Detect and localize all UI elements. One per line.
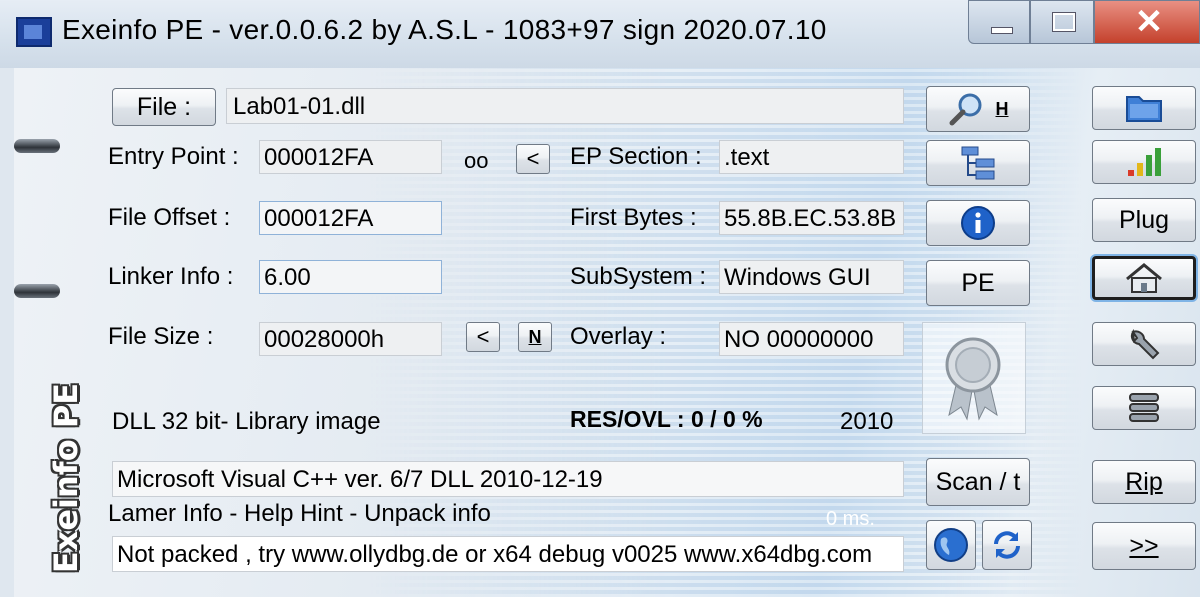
entry-point-prev-button[interactable]: < [516, 144, 550, 174]
window-title: Exeinfo PE - ver.0.0.6.2 by A.S.L - 1083… [62, 14, 827, 45]
scan-time-text: 0 ms. [826, 508, 875, 530]
globe-icon [934, 528, 968, 562]
side-logo-text: Exeinfo PE [47, 382, 85, 574]
lt-label: < [476, 324, 490, 349]
home-icon [1126, 263, 1162, 293]
maximize-icon [1053, 13, 1075, 31]
folder-icon [1126, 96, 1162, 122]
main-panel: Exeinfo PE File : Lab01-01.dll Entry Poi… [14, 68, 1200, 597]
n-label: N [528, 326, 542, 347]
res-ovl-text: RES/OVL : 0 / 0 % [570, 406, 763, 432]
file-button-label: File : [136, 92, 192, 121]
file-open-button[interactable]: File : [112, 88, 216, 126]
subsystem-label: SubSystem : [570, 263, 707, 290]
ep-section-field[interactable]: .text [719, 140, 904, 174]
binder-ring-icon [14, 139, 60, 153]
close-icon: ✕ [1134, 3, 1164, 41]
linker-info-label: Linker Info : [108, 263, 234, 290]
side-logo: Exeinfo PE [36, 368, 96, 588]
file-path-field[interactable]: Lab01-01.dll [226, 88, 904, 124]
plugins-button[interactable]: Plug [1092, 198, 1196, 242]
scan-label: Scan / t [935, 467, 1021, 496]
detection-result-field[interactable]: Microsoft Visual C++ ver. 6/7 DLL 2010-1… [112, 461, 904, 497]
pe-label: PE [961, 268, 995, 297]
info-icon [961, 206, 995, 240]
menu-stack-button[interactable] [1092, 386, 1196, 430]
title-bar: Exeinfo PE - ver.0.0.6.2 by A.S.L - 1083… [0, 0, 1200, 68]
ribbon-badge-icon [945, 337, 1001, 421]
hint-field[interactable]: Not packed , try www.ollydbg.de or x64 d… [112, 536, 904, 572]
exeinfo-window: Exeinfo PE - ver.0.0.6.2 by A.S.L - 1083… [0, 0, 1200, 597]
web-button[interactable] [926, 520, 976, 570]
file-size-prev-button[interactable]: < [466, 322, 500, 352]
n-button[interactable]: N [518, 322, 552, 352]
plug-label: Plug [1118, 205, 1170, 234]
first-bytes-field[interactable]: 55.8B.EC.53.8B [719, 201, 904, 235]
search-h-label: H [995, 98, 1009, 119]
tree-structure-icon [961, 146, 995, 180]
file-size-label: File Size : [108, 323, 214, 350]
linker-info-field[interactable]: 6.00 [259, 260, 442, 294]
certificate-panel [922, 322, 1026, 434]
file-offset-label: File Offset : [108, 204, 231, 231]
search-h-button[interactable]: H [926, 86, 1030, 132]
more-button[interactable]: >> [1092, 522, 1196, 570]
file-size-field[interactable]: 00028000h [259, 322, 442, 356]
ep-section-label: EP Section : [570, 143, 702, 170]
minimize-button[interactable] [968, 0, 1030, 44]
home-button[interactable] [1092, 256, 1196, 300]
file-type-text: DLL 32 bit- Library image [112, 408, 381, 435]
compile-year-text: 2010 [840, 408, 894, 435]
options-button[interactable] [1092, 322, 1196, 366]
oo-button[interactable]: oo [464, 148, 488, 174]
refresh-button[interactable] [982, 520, 1032, 570]
more-label: >> [1129, 531, 1159, 560]
statistics-button[interactable] [1092, 140, 1196, 184]
overlay-field[interactable]: NO 00000000 [719, 322, 904, 356]
section-tree-button[interactable] [926, 140, 1030, 186]
first-bytes-label: First Bytes : [570, 204, 697, 231]
maximize-button[interactable] [1030, 0, 1094, 44]
info-button[interactable] [926, 200, 1030, 246]
lamer-info-link[interactable]: Lamer Info - Help Hint - Unpack info [108, 500, 491, 528]
magnifier-icon [949, 93, 981, 126]
app-icon [16, 17, 52, 47]
lt-label: < [526, 146, 540, 171]
signal-bars-icon [1128, 148, 1161, 176]
rip-button[interactable]: Rip [1092, 460, 1196, 504]
subsystem-field[interactable]: Windows GUI [719, 260, 904, 294]
wrench-icon [1130, 328, 1160, 360]
entry-point-field[interactable]: 000012FA [259, 140, 442, 174]
rip-label: Rip [1125, 467, 1163, 496]
stack-icon [1129, 393, 1159, 422]
binder-ring-icon [14, 284, 60, 298]
overlay-label: Overlay : [570, 323, 667, 350]
minimize-icon [991, 27, 1013, 34]
entry-point-label: Entry Point : [108, 143, 239, 170]
pe-button[interactable]: PE [926, 260, 1030, 306]
scan-button[interactable]: Scan / t [926, 458, 1030, 506]
close-button[interactable]: ✕ [1094, 0, 1200, 44]
refresh-arrows-icon [994, 531, 1020, 559]
open-folder-button[interactable] [1092, 86, 1196, 130]
file-offset-field[interactable]: 000012FA [259, 201, 442, 235]
